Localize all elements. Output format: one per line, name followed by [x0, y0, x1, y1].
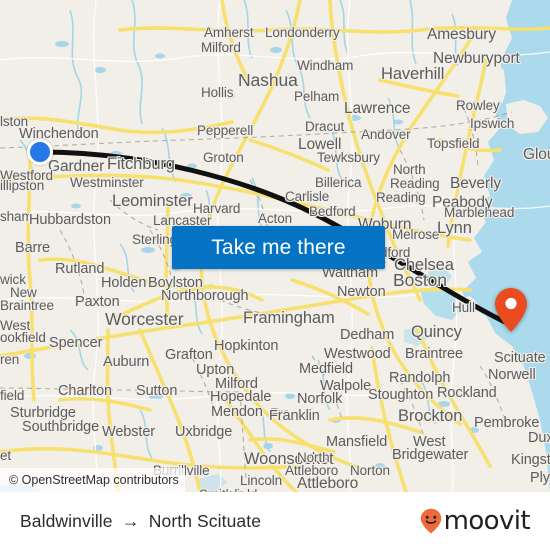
route-summary: Baldwinville → North Scituate [20, 511, 261, 532]
route-origin-label: Baldwinville [20, 510, 113, 531]
moovit-wordmark: moovit [443, 506, 531, 536]
moovit-pin-icon [420, 508, 442, 534]
route-destination-label: North Scituate [148, 510, 262, 531]
arrow-right-icon: → [121, 511, 140, 531]
destination-marker-north-scituate[interactable] [494, 287, 528, 333]
osm-attribution[interactable]: © OpenStreetMap contributors [0, 468, 185, 492]
footer-bar: Baldwinville → North Scituate moovit [0, 492, 550, 550]
moovit-logo[interactable]: moovit [420, 506, 531, 536]
moovit-trip-map-screen: Amherst Milford Londonderry Amesbury Newbury… [0, 0, 550, 550]
take-me-there-button[interactable]: Take me there [172, 226, 385, 269]
origin-marker-baldwinville[interactable] [27, 139, 53, 165]
map-canvas[interactable]: Amherst Milford Londonderry Amesbury Newbury… [0, 0, 550, 492]
